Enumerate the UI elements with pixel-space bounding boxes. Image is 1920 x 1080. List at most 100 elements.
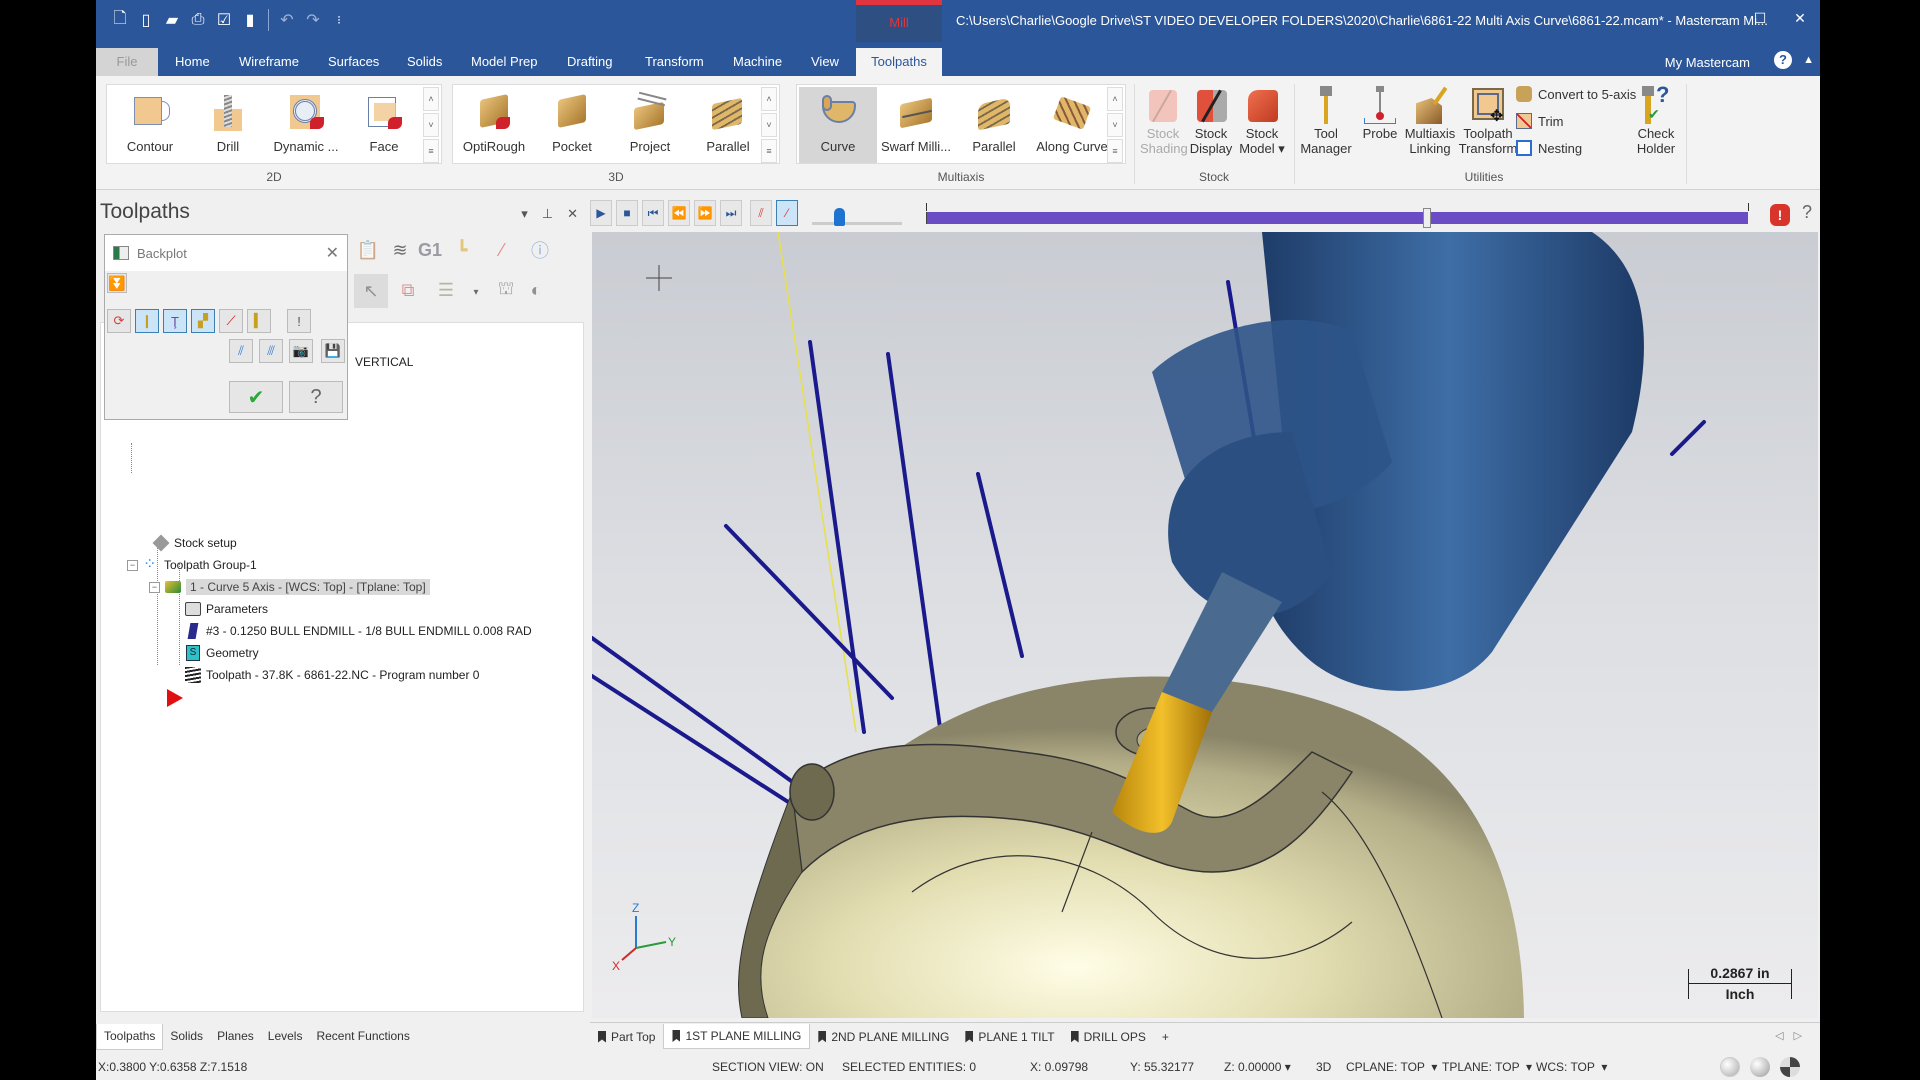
trim-button[interactable]: Trim: [1516, 113, 1564, 129]
multi-step-icon[interactable]: ⫻: [259, 339, 283, 363]
tplane-selector[interactable]: TPLANE: TOP ▾: [1442, 1060, 1532, 1074]
new-file-icon[interactable]: 🗋: [110, 9, 130, 31]
viewsheet-drill-ops[interactable]: DRILL OPS: [1063, 1025, 1154, 1049]
curve-button[interactable]: Curve: [799, 87, 877, 163]
play-button[interactable]: ▶: [590, 200, 612, 226]
panel-close-icon[interactable]: ✕: [567, 206, 578, 222]
viewsheet-2nd-plane-milling[interactable]: 2ND PLANE MILLING: [810, 1025, 957, 1049]
redo-icon[interactable]: ↷: [303, 9, 323, 31]
tab-levels-panel[interactable]: Levels: [261, 1024, 310, 1050]
drill-button[interactable]: Drill: [189, 87, 267, 163]
tab-view[interactable]: View: [797, 48, 853, 76]
tool-manager-button[interactable]: Tool Manager: [1296, 86, 1356, 156]
speed-slider-track[interactable]: [812, 222, 902, 225]
bookmark-icon[interactable]: ▮: [240, 9, 260, 31]
tab-file[interactable]: File: [96, 48, 158, 76]
step-icon[interactable]: ⫽: [229, 339, 253, 363]
tab-home[interactable]: Home: [161, 48, 224, 76]
save-geometry-icon[interactable]: 💾: [321, 339, 345, 363]
gallery-scroller-3d[interactable]: ˄ ˅ ≡: [761, 87, 777, 163]
collapse-icon[interactable]: −: [127, 559, 138, 571]
project-button[interactable]: Project: [611, 87, 689, 163]
tree-item-toolpath-group[interactable]: − ⁘ Toolpath Group-1: [127, 555, 257, 575]
swarf-milling-button[interactable]: Swarf Milli...: [877, 87, 955, 163]
cplane-selector[interactable]: CPLANE: TOP ▾: [1346, 1060, 1437, 1074]
undo-icon[interactable]: ↶: [277, 9, 297, 31]
y-coordinate-field[interactable]: Y: 55.32177: [1130, 1060, 1194, 1074]
skip-end-button[interactable]: ⏭: [720, 200, 742, 226]
expand-icon[interactable]: ⏬: [107, 273, 127, 293]
panel-pin-icon[interactable]: ⊥: [542, 206, 553, 222]
refresh-icon[interactable]: ⟳: [107, 309, 131, 333]
check-holder-button[interactable]: ? ✔ Check Holder: [1626, 82, 1686, 156]
tab-recent-functions-panel[interactable]: Recent Functions: [309, 1024, 416, 1050]
viewsheet-plane-1-tilt[interactable]: PLANE 1 TILT: [957, 1025, 1062, 1049]
open-icon[interactable]: ▰: [162, 9, 182, 31]
viewsheet-scroll-arrows[interactable]: ◁▷: [1775, 1029, 1812, 1042]
my-mastercam-link[interactable]: My Mastercam: [1665, 55, 1750, 70]
playback-progress-thumb[interactable]: [1423, 208, 1432, 228]
playback-help-icon[interactable]: ?: [1802, 202, 1812, 223]
tab-solids-panel[interactable]: Solids: [163, 1024, 210, 1050]
display-rapid-icon[interactable]: ▞: [191, 309, 215, 333]
section-view-status[interactable]: SECTION VIEW: ON: [712, 1060, 824, 1074]
shade-tool-icon[interactable]: ▍: [247, 309, 271, 333]
step-forward-button[interactable]: ⏩: [694, 200, 716, 226]
gallery-scroller-multiaxis[interactable]: ˄ ˅ ≡: [1107, 87, 1123, 163]
close-button[interactable]: ✕: [1780, 0, 1820, 36]
along-curve-button[interactable]: Along Curve: [1033, 87, 1111, 163]
backplot-close-icon[interactable]: ✕: [326, 243, 339, 263]
shaded-mode-icon[interactable]: [1720, 1057, 1740, 1077]
viewsheet-1st-plane-milling[interactable]: 1ST PLANE MILLING: [663, 1024, 811, 1049]
collapse-ribbon-icon[interactable]: ▲: [1803, 54, 1814, 66]
verify-icon[interactable]: 📋: [354, 236, 382, 264]
collapse-icon[interactable]: −: [149, 581, 160, 593]
translucency-icon[interactable]: [1780, 1057, 1800, 1077]
tab-wireframe[interactable]: Wireframe: [225, 48, 313, 76]
tree-item-toolpath[interactable]: Toolpath - 37.8K - 6861-22.NC - Program …: [185, 665, 479, 685]
ok-button[interactable]: ✔: [229, 381, 283, 413]
customize-qat-icon[interactable]: ⁝: [329, 9, 349, 31]
face-button[interactable]: Face: [345, 87, 423, 163]
tab-surfaces[interactable]: Surfaces: [314, 48, 393, 76]
trail-mode-button[interactable]: ⫽: [750, 200, 772, 226]
screenshot-icon[interactable]: 📷: [289, 339, 313, 363]
viewsheet-part-top[interactable]: Part Top: [590, 1025, 663, 1049]
display-tool-icon[interactable]: ❙: [135, 309, 159, 333]
options-icon[interactable]: ☰: [432, 276, 460, 304]
tab-toolpaths-panel[interactable]: Toolpaths: [96, 1024, 164, 1050]
tab-transform[interactable]: Transform: [631, 48, 718, 76]
toggle-display-icon[interactable]: ⧉: [394, 276, 422, 304]
stock-display-button[interactable]: Stock Display: [1188, 86, 1234, 156]
playback-progress-track[interactable]: [926, 212, 1748, 224]
optirough-button[interactable]: OptiRough: [455, 87, 533, 163]
gallery-scroller-2d[interactable]: ˄ ˅ ≡: [423, 87, 439, 163]
stock-model-button[interactable]: Stock Model ▾: [1236, 86, 1288, 156]
tree-item-parameters[interactable]: Parameters: [185, 599, 268, 619]
step-back-button[interactable]: ⏪: [668, 200, 690, 226]
graphics-viewport[interactable]: Z Y X 0.2867 in Inch: [592, 232, 1818, 1018]
probe-button[interactable]: Probe: [1358, 86, 1402, 141]
minimize-button[interactable]: ─: [1700, 0, 1740, 36]
maximize-button[interactable]: ☐: [1740, 0, 1780, 36]
post-icon[interactable]: G1: [416, 236, 444, 264]
highfeed-icon[interactable]: ⁄: [488, 236, 516, 264]
print-icon[interactable]: ⎙: [188, 9, 208, 31]
wcs-selector[interactable]: WCS: TOP ▾: [1536, 1060, 1607, 1074]
parallel-multiaxis-button[interactable]: Parallel: [955, 87, 1033, 163]
tree-item-stock-setup[interactable]: Stock setup: [152, 533, 237, 553]
save-icon[interactable]: ▯: [136, 9, 156, 31]
stop-button[interactable]: ■: [616, 200, 638, 226]
tab-machine[interactable]: Machine: [719, 48, 796, 76]
speed-slider-thumb[interactable]: [834, 208, 845, 226]
tree-item-tool[interactable]: #3 - 0.1250 BULL ENDMILL - 1/8 BULL ENDM…: [185, 621, 532, 641]
help-icon[interactable]: ?: [1774, 51, 1792, 69]
tab-solids[interactable]: Solids: [393, 48, 456, 76]
z-depth-field[interactable]: Z: 0.00000 ▾: [1224, 1060, 1291, 1074]
stop-conditions-icon[interactable]: !: [1770, 204, 1790, 226]
help-button[interactable]: ?: [289, 381, 343, 413]
info-icon[interactable]: !: [287, 309, 311, 333]
stock-edit-icon[interactable]: ◐: [522, 276, 550, 304]
simulate-icon[interactable]: ≋: [386, 236, 414, 264]
insert-arrow[interactable]: [167, 687, 183, 707]
